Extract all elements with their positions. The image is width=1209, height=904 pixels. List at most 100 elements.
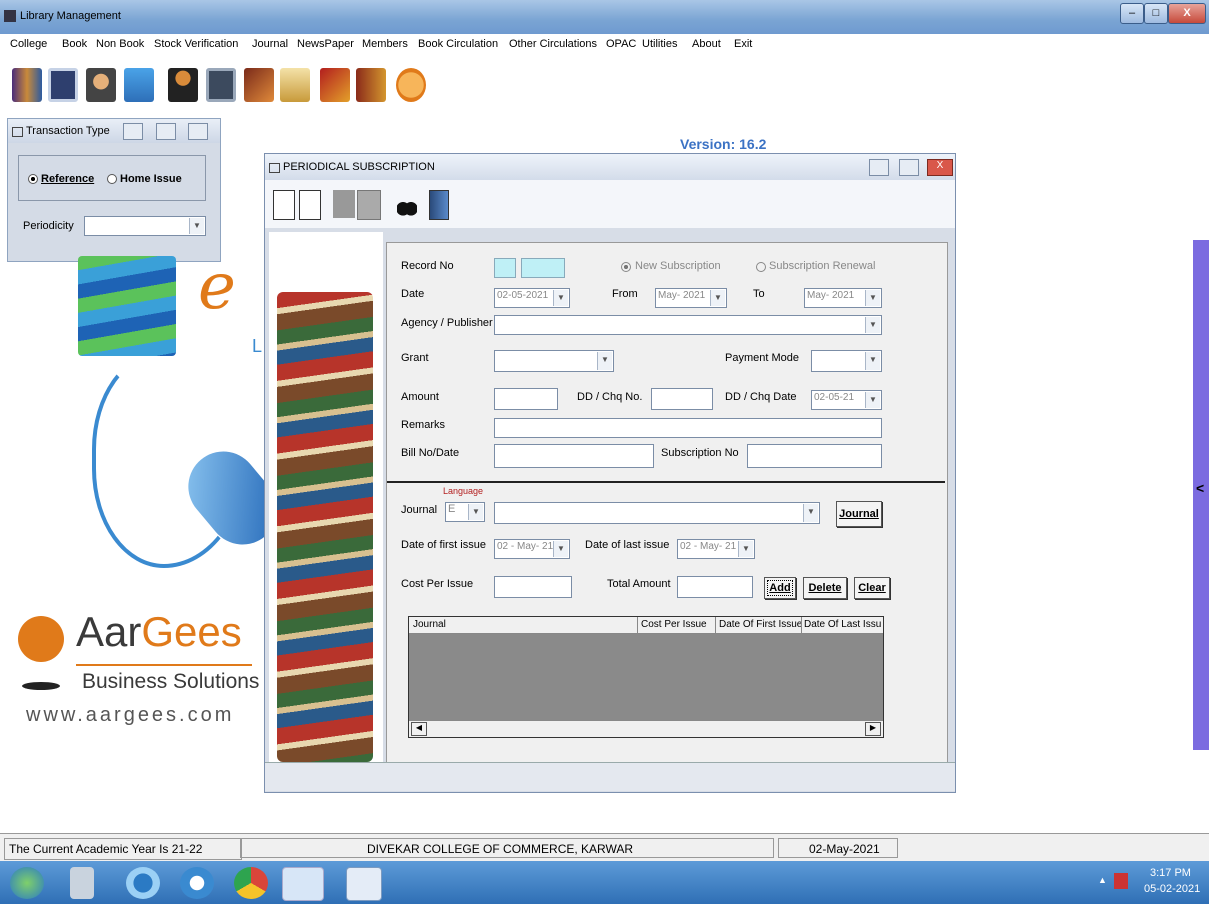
bill-no-date-input[interactable] bbox=[494, 444, 654, 468]
cost-per-issue-input[interactable] bbox=[494, 576, 572, 598]
chevron-down-icon[interactable]: ▼ bbox=[865, 352, 880, 370]
menu-book-circulation[interactable]: Book Circulation bbox=[418, 38, 498, 50]
menu-non-book[interactable]: Non Book bbox=[96, 38, 144, 50]
from-picker[interactable]: May- 2021 ▼ bbox=[655, 288, 727, 308]
word-icon[interactable] bbox=[346, 867, 382, 901]
chevron-down-icon[interactable]: ▼ bbox=[865, 317, 880, 333]
periodicity-select[interactable]: ▼ bbox=[84, 216, 206, 236]
calculator-icon[interactable] bbox=[70, 867, 94, 899]
grid-col-cost[interactable]: Cost Per Issue bbox=[641, 619, 707, 630]
calendar-icon[interactable] bbox=[48, 68, 78, 102]
record-no-field-1[interactable] bbox=[494, 258, 516, 278]
language-select[interactable]: E ▼ bbox=[445, 502, 485, 522]
grid-col-journal[interactable]: Journal bbox=[413, 619, 446, 630]
clock-time[interactable]: 3:17 PM bbox=[1150, 867, 1191, 879]
network-icon[interactable] bbox=[1114, 873, 1128, 889]
door-icon[interactable] bbox=[356, 68, 386, 102]
books-icon[interactable] bbox=[12, 68, 42, 102]
scroll-right-icon[interactable]: ▶ bbox=[865, 722, 881, 736]
agency-select[interactable]: ▼ bbox=[494, 315, 882, 335]
payment-mode-select[interactable]: ▼ bbox=[811, 350, 882, 372]
menu-journal[interactable]: Journal bbox=[252, 38, 288, 50]
chevron-down-icon[interactable]: ▼ bbox=[865, 290, 880, 306]
chevron-down-icon[interactable]: ▼ bbox=[468, 504, 483, 520]
last-issue-picker[interactable]: 02 - May- 21 ▼ bbox=[677, 539, 755, 559]
menu-about[interactable]: About bbox=[692, 38, 721, 50]
journal-select[interactable]: ▼ bbox=[494, 502, 820, 524]
logo-icon[interactable] bbox=[396, 68, 426, 102]
clear-button[interactable]: Clear bbox=[854, 577, 890, 599]
minimize-button[interactable]: – bbox=[1120, 3, 1144, 24]
maximize-button[interactable]: □ bbox=[1144, 3, 1168, 24]
disabled-icon[interactable] bbox=[333, 190, 355, 218]
pw-close-button[interactable]: X bbox=[927, 159, 953, 176]
library-app-icon[interactable] bbox=[282, 867, 324, 901]
total-amount-input[interactable] bbox=[677, 576, 753, 598]
tx-maximize-button[interactable] bbox=[156, 123, 176, 140]
menu-members[interactable]: Members bbox=[362, 38, 408, 50]
edge-icon[interactable] bbox=[126, 867, 160, 899]
card-icon[interactable] bbox=[206, 68, 236, 102]
person-icon[interactable] bbox=[168, 68, 198, 102]
chevron-down-icon[interactable]: ▼ bbox=[738, 541, 753, 557]
grid-col-last-issue[interactable]: Date Of Last Issu bbox=[804, 619, 882, 630]
new-document-icon[interactable] bbox=[273, 190, 295, 220]
edit-icon[interactable] bbox=[299, 190, 321, 220]
dd-chq-date-picker[interactable]: 02-05-21 ▼ bbox=[811, 390, 882, 410]
subscription-no-input[interactable] bbox=[747, 444, 882, 468]
chevron-down-icon[interactable]: ▼ bbox=[597, 352, 612, 370]
save-icon[interactable] bbox=[357, 190, 381, 220]
new-subscription-radio[interactable] bbox=[621, 262, 631, 272]
menu-utilities[interactable]: Utilities bbox=[642, 38, 677, 50]
chrome-icon[interactable] bbox=[234, 867, 268, 899]
ie-icon[interactable] bbox=[180, 867, 214, 899]
chevron-down-icon[interactable]: ▼ bbox=[553, 541, 568, 557]
grant-select[interactable]: ▼ bbox=[494, 350, 614, 372]
reference-radio[interactable] bbox=[28, 174, 38, 184]
chevron-down-icon[interactable]: ▼ bbox=[189, 218, 204, 234]
start-icon[interactable] bbox=[10, 867, 44, 899]
menu-stock-verification[interactable]: Stock Verification bbox=[154, 38, 238, 50]
menu-college[interactable]: College bbox=[10, 38, 47, 50]
pw-minimize-button[interactable] bbox=[869, 159, 889, 176]
pw-maximize-button[interactable] bbox=[899, 159, 919, 176]
amount-input[interactable] bbox=[494, 388, 558, 410]
clock-date[interactable]: 05-02-2021 bbox=[1144, 883, 1200, 895]
to-picker[interactable]: May- 2021 ▼ bbox=[804, 288, 882, 308]
menu-opac[interactable]: OPAC bbox=[606, 38, 636, 50]
menu-exit[interactable]: Exit bbox=[734, 38, 752, 50]
menu-other-circulations[interactable]: Other Circulations bbox=[509, 38, 597, 50]
tray-arrow-icon[interactable]: ▲ bbox=[1098, 875, 1107, 885]
member-icon[interactable] bbox=[86, 68, 116, 102]
delete-button[interactable]: Delete bbox=[803, 577, 847, 599]
checkmark-icon[interactable] bbox=[320, 68, 350, 102]
subscription-renewal-radio[interactable] bbox=[756, 262, 766, 272]
record-no-field-2[interactable] bbox=[521, 258, 565, 278]
close-button[interactable]: X bbox=[1168, 3, 1206, 24]
chevron-down-icon[interactable]: ▼ bbox=[865, 392, 880, 408]
chevron-down-icon[interactable]: ▼ bbox=[553, 290, 568, 306]
chevron-left-icon[interactable]: < bbox=[1196, 480, 1204, 496]
tx-close-button[interactable] bbox=[188, 123, 208, 140]
return-icon[interactable] bbox=[244, 68, 274, 102]
binoculars-icon[interactable] bbox=[397, 192, 417, 216]
computer-icon[interactable] bbox=[124, 68, 154, 102]
first-issue-picker[interactable]: 02 - May- 21 ▼ bbox=[494, 539, 570, 559]
date-picker[interactable]: 02-05-2021 ▼ bbox=[494, 288, 570, 308]
journal-grid[interactable]: Journal Cost Per Issue Date Of First Iss… bbox=[408, 616, 884, 738]
grid-col-first-issue[interactable]: Date Of First Issue bbox=[719, 619, 802, 630]
grid-scrollbar[interactable]: ◀ ▶ bbox=[409, 720, 883, 737]
menu-newspaper[interactable]: NewsPaper bbox=[297, 38, 354, 50]
chevron-down-icon[interactable]: ▼ bbox=[710, 290, 725, 306]
chevron-down-icon[interactable]: ▼ bbox=[803, 504, 818, 522]
menu-book[interactable]: Book bbox=[62, 38, 87, 50]
exit-door-icon[interactable] bbox=[429, 190, 449, 220]
tx-minimize-button[interactable] bbox=[123, 123, 143, 140]
bookmark-icon[interactable] bbox=[280, 68, 310, 102]
home-issue-radio[interactable] bbox=[107, 174, 117, 184]
remarks-input[interactable] bbox=[494, 418, 882, 438]
journal-button[interactable]: Journal bbox=[836, 501, 882, 527]
add-button[interactable]: Add bbox=[764, 577, 796, 599]
scroll-left-icon[interactable]: ◀ bbox=[411, 722, 427, 736]
dd-chq-no-input[interactable] bbox=[651, 388, 713, 410]
